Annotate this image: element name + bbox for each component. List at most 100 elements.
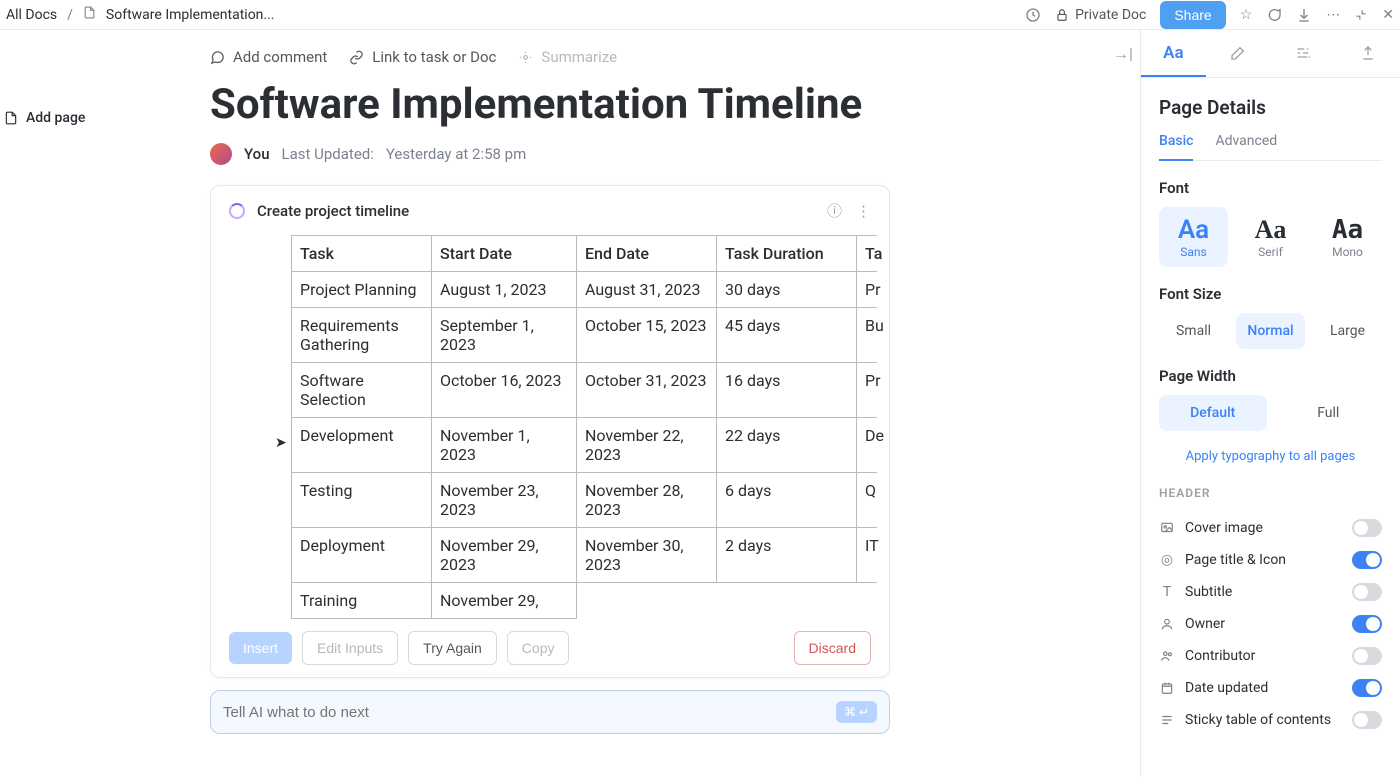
table-cell[interactable]: Pr bbox=[857, 272, 877, 308]
font-size-label: Font Size bbox=[1159, 285, 1382, 303]
kebab-icon[interactable]: ⋮ bbox=[856, 202, 871, 220]
breadcrumb-current[interactable]: Software Implementation... bbox=[106, 7, 275, 23]
toggle-subtitle-switch[interactable] bbox=[1352, 583, 1382, 601]
info-icon[interactable]: ⓘ bbox=[827, 200, 842, 221]
tab-design[interactable] bbox=[1206, 30, 1271, 77]
author-avatar[interactable] bbox=[210, 143, 232, 165]
table-cell[interactable]: October 31, 2023 bbox=[577, 363, 717, 418]
summarize-action[interactable]: Summarize bbox=[518, 48, 617, 66]
add-comment-action[interactable]: Add comment bbox=[210, 48, 327, 66]
table-cell[interactable] bbox=[857, 583, 877, 619]
table-cell[interactable]: De bbox=[857, 418, 877, 473]
page-title[interactable]: Software Implementation Timeline bbox=[210, 80, 1100, 129]
table-row[interactable]: DevelopmentNovember 1, 2023November 22, … bbox=[292, 418, 877, 473]
table-cell[interactable]: Requirements Gathering bbox=[292, 308, 432, 363]
table-cell[interactable]: Software Selection bbox=[292, 363, 432, 418]
table-cell[interactable]: October 16, 2023 bbox=[432, 363, 577, 418]
table-row[interactable]: Requirements GatheringSeptember 1, 2023O… bbox=[292, 308, 877, 363]
download-icon[interactable] bbox=[1296, 7, 1312, 23]
table-cell[interactable]: Deployment bbox=[292, 528, 432, 583]
table-cell[interactable]: Testing bbox=[292, 473, 432, 528]
table-cell[interactable]: 30 days bbox=[717, 272, 857, 308]
breadcrumb-root[interactable]: All Docs bbox=[6, 7, 57, 23]
table-cell[interactable]: 6 days bbox=[717, 473, 857, 528]
table-row[interactable]: DeploymentNovember 29, 2023November 30, … bbox=[292, 528, 877, 583]
table-cell[interactable]: November 22, 2023 bbox=[577, 418, 717, 473]
table-cell[interactable]: 2 days bbox=[717, 528, 857, 583]
table-cell[interactable]: August 1, 2023 bbox=[432, 272, 577, 308]
add-page-button[interactable]: Add page bbox=[4, 110, 200, 126]
table-cell[interactable]: Pr bbox=[857, 363, 877, 418]
ai-followup-input[interactable] bbox=[223, 704, 836, 721]
size-large[interactable]: Large bbox=[1313, 313, 1382, 349]
share-button[interactable]: Share bbox=[1160, 1, 1225, 29]
col-end: End Date bbox=[577, 236, 717, 272]
table-cell[interactable]: August 31, 2023 bbox=[577, 272, 717, 308]
wand-icon bbox=[1230, 45, 1246, 61]
page-width-label: Page Width bbox=[1159, 367, 1382, 385]
table-cell[interactable]: 22 days bbox=[717, 418, 857, 473]
close-icon[interactable]: ✕ bbox=[1382, 7, 1394, 23]
toggle-contributor-switch[interactable] bbox=[1352, 647, 1382, 665]
table-cell[interactable]: November 30, 2023 bbox=[577, 528, 717, 583]
more-icon[interactable]: ⋯ bbox=[1326, 7, 1340, 23]
table-cell[interactable]: IT bbox=[857, 528, 877, 583]
subtab-advanced[interactable]: Advanced bbox=[1215, 133, 1277, 160]
tab-export[interactable] bbox=[1335, 30, 1400, 77]
table-cell[interactable]: November 29, 2023 bbox=[432, 528, 577, 583]
font-sans[interactable]: AaSans bbox=[1159, 207, 1228, 267]
tab-settings[interactable] bbox=[1271, 30, 1336, 77]
table-row[interactable]: Project PlanningAugust 1, 2023August 31,… bbox=[292, 272, 877, 308]
history-icon[interactable] bbox=[1025, 7, 1041, 23]
insert-button[interactable]: Insert bbox=[229, 632, 292, 664]
table-row[interactable]: TrainingNovember 29, bbox=[292, 583, 877, 619]
table-cell[interactable]: Development bbox=[292, 418, 432, 473]
try-again-button[interactable]: Try Again bbox=[408, 631, 497, 665]
subtab-basic[interactable]: Basic bbox=[1159, 133, 1193, 161]
font-mono[interactable]: AaMono bbox=[1313, 207, 1382, 267]
table-cell[interactable]: November 23, 2023 bbox=[432, 473, 577, 528]
size-small[interactable]: Small bbox=[1159, 313, 1228, 349]
toggle-date-switch[interactable] bbox=[1352, 679, 1382, 697]
copy-button[interactable]: Copy bbox=[507, 631, 570, 665]
col-task: Task bbox=[292, 236, 432, 272]
toggle-cover-switch[interactable] bbox=[1352, 519, 1382, 537]
width-default[interactable]: Default bbox=[1159, 395, 1267, 431]
size-normal[interactable]: Normal bbox=[1236, 313, 1305, 349]
table-cell[interactable]: November 28, 2023 bbox=[577, 473, 717, 528]
ai-followup-input-wrap[interactable]: ⌘ ↵ bbox=[210, 690, 890, 734]
table-cell[interactable]: September 1, 2023 bbox=[432, 308, 577, 363]
star-icon[interactable]: ☆ bbox=[1240, 7, 1253, 23]
table-row[interactable]: TestingNovember 23, 2023November 28, 202… bbox=[292, 473, 877, 528]
table-cell[interactable] bbox=[717, 583, 857, 619]
table-cell[interactable]: October 15, 2023 bbox=[577, 308, 717, 363]
table-cell[interactable]: Training bbox=[292, 583, 432, 619]
table-cell[interactable]: November 29, bbox=[432, 583, 577, 619]
comment-icon[interactable] bbox=[1266, 7, 1282, 23]
link-task-label: Link to task or Doc bbox=[372, 48, 496, 66]
collapse-icon[interactable] bbox=[1354, 8, 1368, 22]
edit-inputs-button[interactable]: Edit Inputs bbox=[302, 631, 398, 665]
tab-typography[interactable]: Aa bbox=[1141, 30, 1206, 77]
table-cell[interactable]: 45 days bbox=[717, 308, 857, 363]
table-cell[interactable]: Q bbox=[857, 473, 877, 528]
table-cell[interactable]: 16 days bbox=[717, 363, 857, 418]
privacy-indicator[interactable]: Private Doc bbox=[1055, 7, 1146, 23]
link-task-action[interactable]: Link to task or Doc bbox=[349, 48, 496, 66]
width-full[interactable]: Full bbox=[1275, 395, 1383, 431]
toggle-title-switch[interactable] bbox=[1352, 551, 1382, 569]
col-extra: Ta bbox=[857, 236, 877, 272]
table-cell[interactable]: Project Planning bbox=[292, 272, 432, 308]
discard-button[interactable]: Discard bbox=[794, 631, 871, 665]
toggle-toc-switch[interactable] bbox=[1352, 711, 1382, 729]
table-cell[interactable]: November 1, 2023 bbox=[432, 418, 577, 473]
sidebar-collapse-icon[interactable]: →| bbox=[1113, 44, 1133, 64]
table-cell[interactable] bbox=[577, 583, 717, 619]
header-section-label: HEADER bbox=[1159, 486, 1382, 500]
font-serif[interactable]: AaSerif bbox=[1236, 207, 1305, 267]
apply-typography-link[interactable]: Apply typography to all pages bbox=[1159, 449, 1382, 464]
font-size-options: Small Normal Large bbox=[1159, 313, 1382, 349]
toggle-owner-switch[interactable] bbox=[1352, 615, 1382, 633]
table-row[interactable]: Software SelectionOctober 16, 2023Octobe… bbox=[292, 363, 877, 418]
table-cell[interactable]: Bu bbox=[857, 308, 877, 363]
